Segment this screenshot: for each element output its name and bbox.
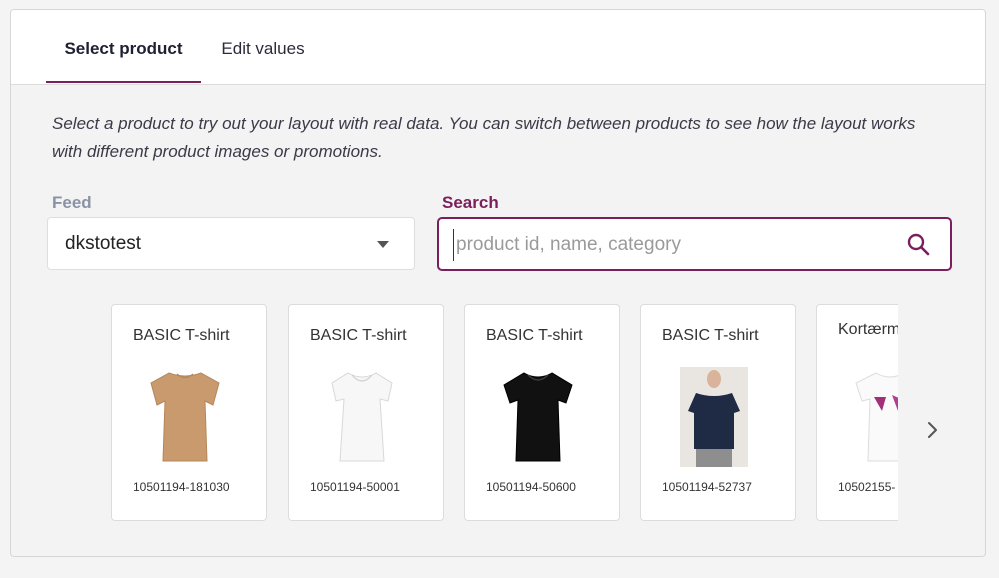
tab-bar: Select product Edit values: [11, 10, 985, 85]
product-carousel: BASIC T-shirt 10501194-181030 BASIC T-sh…: [111, 304, 898, 524]
chevron-right-icon[interactable]: [923, 420, 943, 440]
product-id: 10502155-: [838, 480, 896, 494]
product-image: [680, 367, 748, 467]
product-card[interactable]: Kortærmet t-shirt 10502155-: [816, 304, 898, 521]
intro-text: Select a product to try out your layout …: [52, 114, 916, 161]
tab-edit-values[interactable]: Edit values: [209, 10, 317, 84]
product-card[interactable]: BASIC T-shirt 10501194-50600: [464, 304, 620, 521]
tab-select-product[interactable]: Select product: [46, 10, 201, 84]
product-name: Kortærmet t-shirt: [838, 321, 898, 338]
product-selector-panel: Select product Edit values Select a prod…: [10, 9, 986, 557]
product-card[interactable]: BASIC T-shirt 10501194-181030: [111, 304, 267, 521]
product-image: [503, 372, 573, 462]
product-name: BASIC T-shirt: [662, 327, 759, 344]
search-label: Search: [442, 193, 499, 212]
product-name: BASIC T-shirt: [486, 327, 583, 344]
product-id: 10501194-50600: [486, 480, 576, 494]
product-image: [331, 372, 393, 462]
product-name: BASIC T-shirt: [133, 327, 230, 344]
product-id: 10501194-50001: [310, 480, 400, 494]
search-icon[interactable]: [906, 232, 930, 256]
product-card[interactable]: BASIC T-shirt 10501194-52737: [640, 304, 796, 521]
product-image: [855, 372, 898, 462]
product-id: 10501194-181030: [133, 480, 230, 494]
active-tab-indicator: [46, 81, 201, 83]
product-name: BASIC T-shirt: [310, 327, 407, 344]
product-image: [150, 372, 220, 462]
feed-select[interactable]: dkstotest: [47, 217, 415, 270]
product-card[interactable]: BASIC T-shirt 10501194-50001: [288, 304, 444, 521]
chevron-down-icon: [377, 241, 389, 248]
search-box: [437, 217, 952, 271]
search-input[interactable]: [453, 229, 888, 261]
feed-select-value: dkstotest: [65, 233, 142, 254]
product-id: 10501194-52737: [662, 480, 752, 494]
feed-label: Feed: [52, 193, 92, 212]
